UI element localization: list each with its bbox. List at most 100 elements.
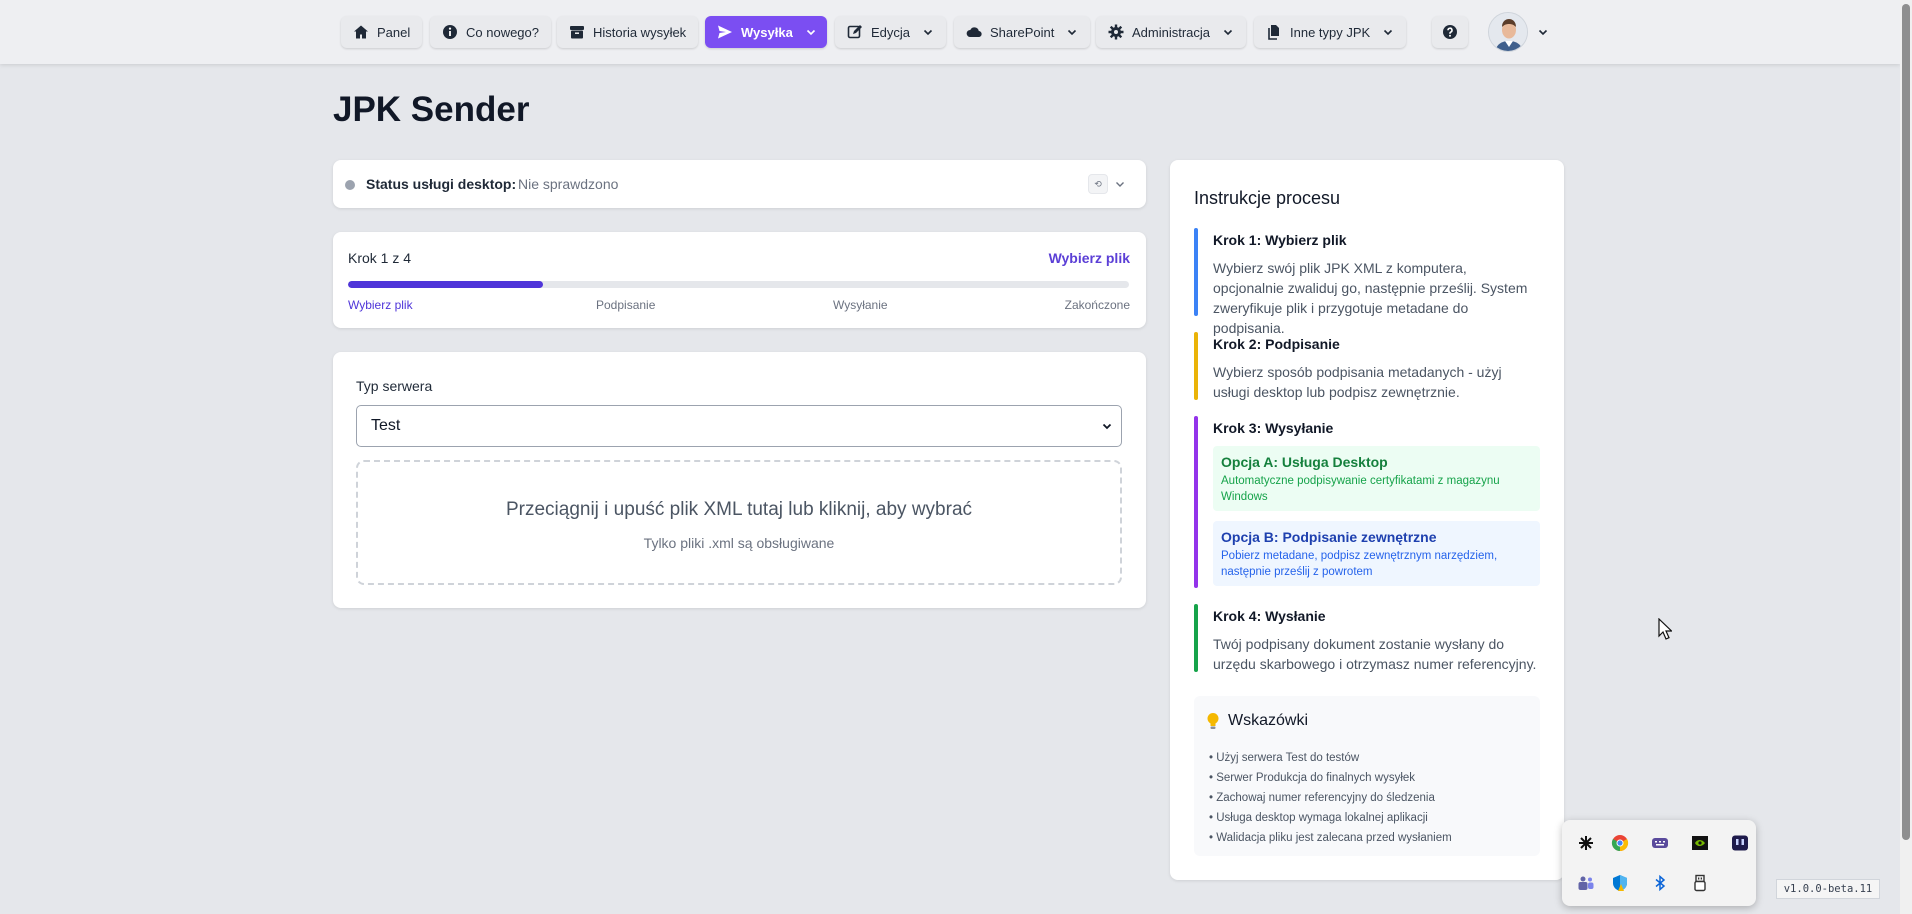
chevron-down-icon[interactable] [1114, 178, 1126, 190]
security-icon[interactable] [1611, 874, 1629, 892]
tip-item: Walidacja pliku jest zalecana przed wysł… [1209, 828, 1451, 848]
step-title: Krok 3: Wysyłanie [1213, 420, 1334, 436]
chevron-down-icon [1384, 29, 1393, 36]
nav-label: Edycja [871, 24, 911, 40]
usb-icon[interactable] [1691, 874, 1709, 892]
scrollbar-thumb[interactable] [1902, 4, 1910, 840]
nav-label: Historia wysyłek [593, 24, 687, 40]
tips-list: Użyj serwera Test do testów Serwer Produ… [1209, 748, 1452, 848]
option-text: Pobierz metadane, podpisz zewnętrznym na… [1221, 550, 1498, 578]
step-label-sending: Wysyłanie [833, 298, 888, 312]
question-icon [1443, 25, 1457, 39]
home-icon [354, 25, 368, 39]
tips-title: Wskazówki [1228, 712, 1309, 729]
server-type-value: Test [371, 417, 401, 434]
info-icon [443, 25, 457, 39]
nav-whats-new-button[interactable]: Co nowego? [430, 16, 551, 48]
step-text: Twój podpisany dokument zostanie wysłany… [1213, 636, 1537, 672]
nav-edit-button[interactable]: Edycja [835, 16, 947, 48]
option-title: Opcja B: Podpisanie zewnętrzne [1221, 529, 1437, 545]
send-icon [718, 25, 732, 39]
option-b-external: Opcja B: Podpisanie zewnętrzne Pobierz m… [1213, 521, 1540, 586]
nav-panel-button[interactable]: Panel [341, 16, 423, 48]
cloud-icon [966, 27, 982, 38]
tip-item: Serwer Produkcja do finalnych wysyłek [1209, 768, 1452, 788]
instruction-step-1: Krok 1: Wybierz plik Wybierz swój plik J… [1194, 228, 1540, 336]
chevron-down-icon [1223, 29, 1233, 36]
nav-label: Panel [377, 24, 411, 40]
step-count: Krok 1 z 4 [348, 250, 412, 266]
page-title: JPK Sender [333, 90, 530, 129]
status-value: Nie sprawdzono [518, 176, 619, 192]
refresh-button[interactable]: ⟲ [1088, 174, 1108, 194]
nav-sharepoint-button[interactable]: SharePoint [954, 16, 1091, 48]
mouse-cursor-icon [1658, 618, 1672, 640]
server-type-label: Typ serwera [356, 378, 433, 394]
files-icon [1268, 25, 1279, 40]
nav-history-button[interactable]: Historia wysyłek [557, 16, 699, 48]
status-indicator [345, 180, 355, 190]
option-text: Automatyczne podpisywanie certyfikatami … [1221, 475, 1500, 503]
nav-admin-button[interactable]: Administracja [1096, 16, 1247, 48]
version-badge: v1.0.0-beta.11 [1776, 879, 1880, 899]
chevron-down-icon [1102, 423, 1112, 430]
desktop-service-status[interactable]: Status usługi desktop: Nie sprawdzono ⟲ [333, 160, 1146, 208]
progress-bar-fill [348, 281, 544, 288]
progress-bar [348, 281, 1129, 288]
tips-box: Wskazówki Użyj serwera Test do testów Se… [1194, 696, 1540, 856]
archive-icon [570, 26, 584, 39]
refresh-icon: ⟲ [1094, 178, 1102, 189]
nav-send-button[interactable]: Wysyłka [705, 16, 827, 48]
nvidia-icon[interactable] [1691, 834, 1709, 852]
tip-item: Zachowaj numer referencyjny do śledzenia [1209, 788, 1452, 808]
gear-icon [1108, 24, 1124, 40]
step-title: Krok 4: Wysłanie [1213, 608, 1326, 624]
nav-other-jpk-button[interactable]: Inne typy JPK [1254, 16, 1407, 48]
option-a-desktop: Opcja A: Usługa Desktop Automatyczne pod… [1213, 446, 1540, 511]
avatar[interactable] [1488, 12, 1528, 52]
server-type-select[interactable]: Test [356, 405, 1122, 447]
instructions-title: Instrukcje procesu [1194, 188, 1341, 208]
step-text: Wybierz swój plik JPK XML z komputera, o… [1213, 260, 1528, 336]
tip-item: Usługa desktop wymaga lokalnej aplikacji [1209, 808, 1452, 828]
dropzone-hint: Tylko pliki .xml są obsługiwane [643, 535, 835, 551]
instruction-step-4: Krok 4: Wysłanie Twój podpisany dokument… [1194, 604, 1540, 672]
chevron-down-icon[interactable] [1537, 26, 1549, 38]
chevron-down-icon [923, 29, 933, 36]
nav-label: Wysyłka [741, 24, 793, 40]
help-button[interactable] [1432, 16, 1468, 48]
progress-card: Krok 1 z 4 Wybierz plik Wybierz plik Pod… [333, 232, 1146, 328]
bluetooth-icon[interactable] [1651, 874, 1669, 892]
nav-label: Co nowego? [466, 24, 539, 40]
tip-item: Użyj serwera Test do testów [1209, 748, 1452, 768]
step-text: Wybierz sposób podpisania metadanych - u… [1213, 364, 1502, 400]
chevron-down-icon [806, 29, 815, 36]
top-navbar: Panel Co nowego? Historia wysyłek Wysyłk… [0, 0, 1900, 64]
keyboard-icon[interactable] [1651, 834, 1669, 852]
status-label: Status usługi desktop: [366, 176, 517, 192]
teams-icon[interactable] [1577, 874, 1595, 892]
chat-icon[interactable] [1731, 834, 1749, 852]
nav-label: SharePoint [990, 24, 1055, 40]
user-photo-icon [1489, 13, 1527, 51]
step-title: Krok 1: Wybierz plik [1213, 232, 1347, 248]
process-instructions-card: Instrukcje procesu Krok 1: Wybierz plik … [1170, 160, 1564, 880]
instruction-step-3: Krok 3: Wysyłanie Opcja A: Usługa Deskto… [1194, 416, 1540, 588]
step-label-finished: Zakończone [1064, 298, 1130, 312]
chrome-icon[interactable] [1611, 834, 1629, 852]
file-dropzone[interactable]: Przeciągnij i upuść plik XML tutaj lub k… [356, 460, 1122, 585]
current-step-title: Wybierz plik [1048, 250, 1130, 266]
chevron-down-icon [1068, 29, 1077, 36]
step-title: Krok 2: Podpisanie [1213, 336, 1340, 352]
edit-icon [847, 25, 862, 39]
nav-label: Administracja [1132, 24, 1211, 40]
step-label-signing: Podpisanie [596, 298, 656, 312]
asterisk-icon[interactable] [1577, 834, 1595, 852]
lightbulb-icon [1207, 713, 1219, 729]
nav-label: Inne typy JPK [1290, 24, 1371, 40]
option-title: Opcja A: Usługa Desktop [1221, 454, 1388, 470]
dropzone-instruction: Przeciągnij i upuść plik XML tutaj lub k… [505, 499, 973, 520]
step-label-select-file: Wybierz plik [348, 298, 413, 312]
upload-form-card: Typ serwera Test Przeciągnij i upuść pli… [333, 352, 1146, 608]
instruction-step-2: Krok 2: Podpisanie Wybierz sposób podpis… [1194, 332, 1540, 400]
